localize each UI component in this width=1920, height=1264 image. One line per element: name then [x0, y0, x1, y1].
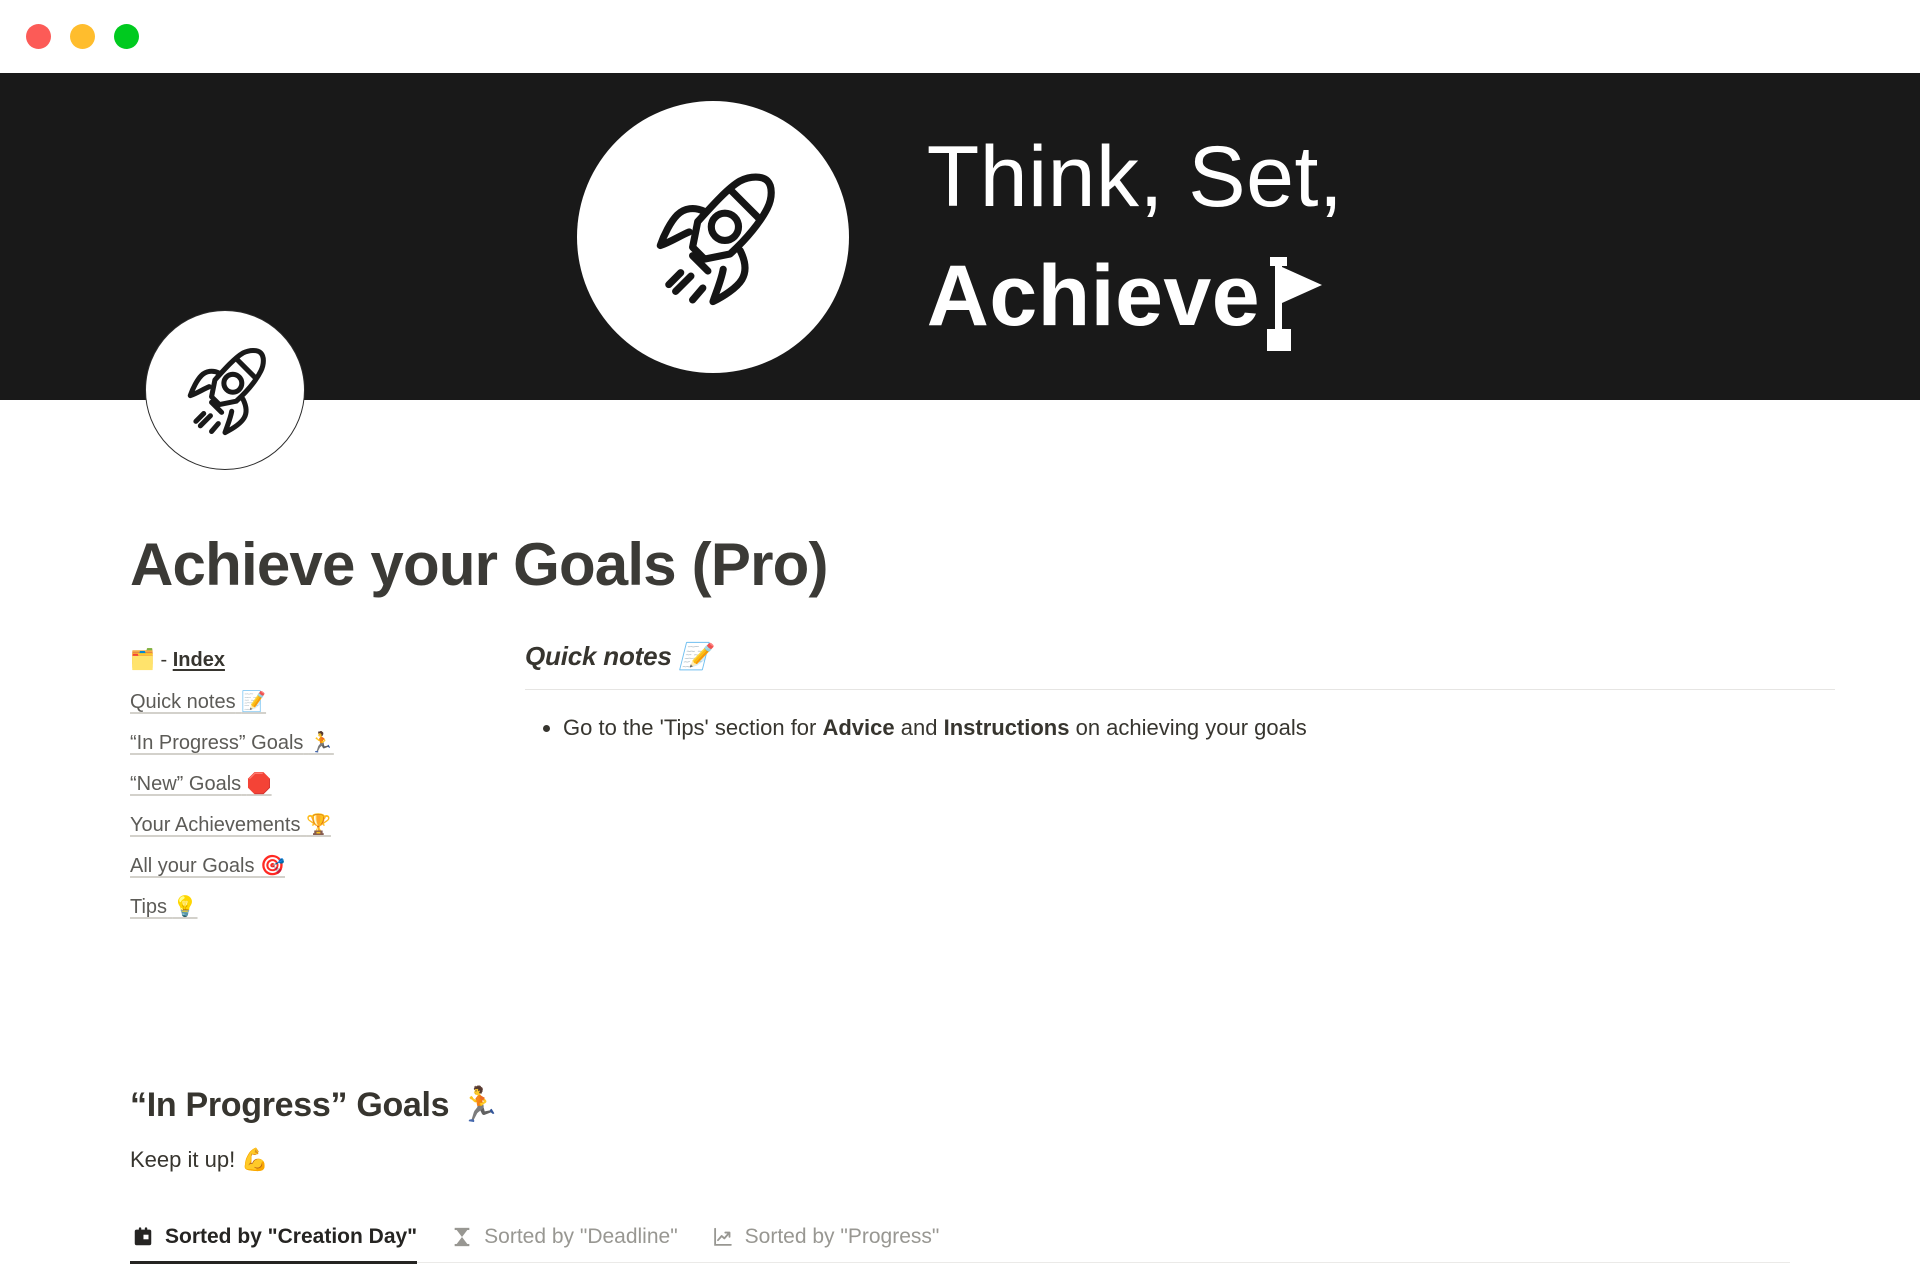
minimize-window-button[interactable] — [70, 24, 95, 49]
index-heading-label: Index — [172, 649, 225, 671]
page-icon-avatar[interactable] — [145, 310, 305, 470]
calendar-icon — [134, 1227, 152, 1246]
sidebar-item-label: Your Achievements — [130, 814, 301, 836]
quick-notes-list: Go to the 'Tips' section for Advice and … — [525, 711, 1835, 744]
card-index-dividers-icon: 🗂️ — [130, 647, 155, 671]
tab-label: Sorted by "Creation Day" — [165, 1225, 418, 1248]
cover-rocket-logo — [576, 100, 849, 373]
trend-chart-icon — [713, 1227, 732, 1246]
close-window-button[interactable] — [26, 24, 51, 49]
target-icon: 🎯 — [260, 853, 285, 877]
section-subtitle-text: Keep it up! — [130, 1147, 236, 1172]
list-item: Go to the 'Tips' section for Advice and … — [563, 711, 1835, 744]
memo-icon: 📝 — [678, 642, 711, 672]
tab-sorted-by-progress[interactable]: Sorted by "Progress" — [710, 1225, 956, 1262]
sidebar-item-new-goals[interactable]: “New” Goals 🛑 — [130, 771, 272, 796]
quick-notes-column: Quick notes 📝 Go to the 'Tips' section f… — [490, 637, 1835, 744]
page-body: Achieve your Goals (Pro) 🗂️ - Index Quic… — [0, 400, 1920, 1264]
section-title-text: “In Progress” Goals — [130, 1086, 450, 1124]
runner-icon: 🏃 — [458, 1085, 501, 1125]
quick-notes-title-text: Quick notes — [525, 641, 672, 671]
lightbulb-icon: 💡 — [172, 894, 198, 918]
page-title: Achieve your Goals (Pro) — [130, 531, 828, 598]
cover-wordmark: Think, Set, Achieve — [927, 118, 1344, 355]
stop-sign-icon: 🛑 — [246, 771, 272, 795]
index-heading: 🗂️ - Index — [130, 647, 490, 672]
sidebar-item-label: “New” Goals — [130, 773, 242, 795]
sidebar-item-label: Tips — [130, 896, 168, 918]
view-tabbar: Sorted by "Creation Day" Sorted by "Dead… — [130, 1211, 1790, 1264]
sidebar-item-your-achievements[interactable]: Your Achievements 🏆 — [130, 812, 331, 837]
cover-wordmark-line1: Think, Set, — [926, 128, 1344, 225]
bullet-text-part2: and — [894, 715, 944, 740]
trophy-icon: 🏆 — [306, 812, 331, 836]
sidebar-item-label: All your Goals — [130, 855, 255, 877]
bullet-text-bold-instructions: Instructions — [943, 715, 1070, 740]
sidebar-item-in-progress-goals[interactable]: “In Progress” Goals 🏃 — [130, 730, 334, 755]
index-separator: - — [160, 649, 168, 671]
sidebar-item-label: Quick notes — [130, 691, 236, 713]
sidebar-item-label: “In Progress” Goals — [130, 732, 304, 754]
flag-icon — [1267, 257, 1323, 352]
bullet-text-part1: Go to the 'Tips' section for — [563, 715, 823, 740]
in-progress-goals-section: “In Progress” Goals 🏃 Keep it up! 💪 Sort… — [130, 1085, 1790, 1264]
maximize-window-button[interactable] — [114, 24, 139, 49]
rocket-icon — [656, 173, 775, 305]
bullet-text-part3: on achieving your goals — [1069, 715, 1307, 740]
memo-icon: 📝 — [241, 689, 267, 713]
tab-label: Sorted by "Deadline" — [484, 1225, 678, 1248]
quick-notes-title: Quick notes 📝 — [525, 641, 1835, 672]
index-column: 🗂️ - Index Quick notes 📝 “In Progress” G… — [130, 637, 490, 935]
cover-wordmark-line2: Achieve — [927, 237, 1324, 356]
tab-sorted-by-creation-day[interactable]: Sorted by "Creation Day" — [130, 1225, 433, 1264]
section-title: “In Progress” Goals 🏃 — [130, 1085, 1790, 1125]
hourglass-icon — [454, 1227, 470, 1247]
window-title-bar — [0, 0, 1920, 73]
traffic-lights — [26, 24, 139, 49]
flexed-biceps-icon: 💪 — [241, 1148, 269, 1173]
sidebar-item-all-your-goals[interactable]: All your Goals 🎯 — [130, 853, 285, 878]
rocket-icon — [187, 348, 266, 436]
sidebar-item-tips[interactable]: Tips 💡 — [130, 894, 198, 919]
quick-notes-divider — [525, 689, 1835, 690]
tab-label: Sorted by "Progress" — [744, 1225, 940, 1248]
sidebar-item-quick-notes[interactable]: Quick notes 📝 — [130, 689, 266, 714]
section-subtitle: Keep it up! 💪 — [130, 1147, 1790, 1173]
runner-icon: 🏃 — [308, 730, 334, 754]
tab-sorted-by-deadline[interactable]: Sorted by "Deadline" — [449, 1225, 694, 1262]
bullet-text-bold-advice: Advice — [822, 715, 895, 740]
index-and-notes-row: 🗂️ - Index Quick notes 📝 “In Progress” G… — [130, 637, 1835, 935]
